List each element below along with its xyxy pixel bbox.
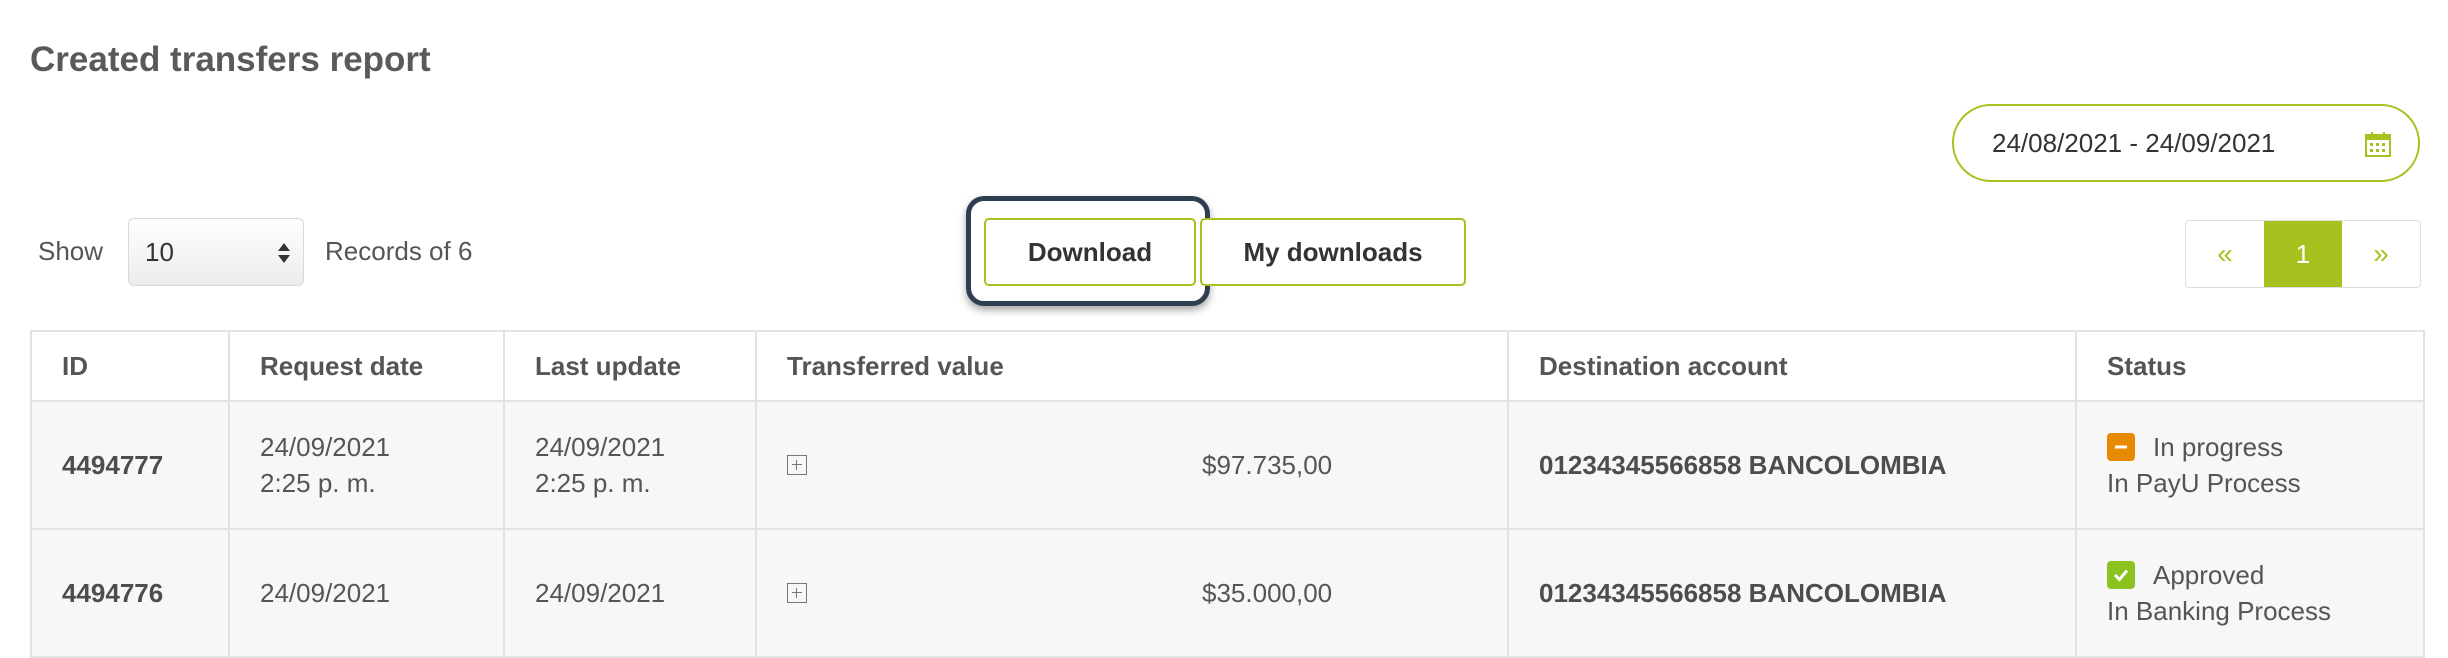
request-date: 24/09/2021 [260,432,391,462]
date-range-picker[interactable]: 24/08/2021 - 24/09/2021 [1952,104,2420,182]
table-header-row: ID Request date Last update Transferred … [30,330,2425,402]
status-detail: In Banking Process [2107,596,2332,626]
column-header-last-update[interactable]: Last update [503,330,757,402]
status-label: Approved [2153,560,2265,590]
pagination-page-1[interactable]: 1 [2264,221,2342,287]
last-update-date: 24/09/2021 [535,432,666,462]
last-update-date: 24/09/2021 [535,578,666,608]
request-time: 2:25 p. m. [260,468,376,498]
page-size-value: 10 [145,236,174,267]
column-header-transferred-value[interactable]: Transferred value [755,330,1509,402]
table-row: 4494776 24/09/2021 24/09/2021 $35.000,00… [30,528,2425,658]
destination-account: 01234345566858 BANCOLOMBIA [1539,577,1947,608]
pagination: « 1 » [2185,220,2421,288]
minus-icon [2107,433,2135,461]
transfers-table: ID Request date Last update Transferred … [30,330,2425,658]
transferred-value: $35.000,00 [1202,577,1333,608]
check-icon [2107,561,2135,589]
transfer-id: 4494776 [62,577,164,608]
status-detail: In PayU Process [2107,468,2301,498]
date-range-value: 24/08/2021 - 24/09/2021 [1992,127,2276,158]
transfer-id: 4494777 [62,449,164,480]
request-date: 24/09/2021 [260,578,391,608]
show-label: Show [38,236,104,266]
expand-icon[interactable] [787,455,807,475]
page-size-select[interactable]: 10 [128,218,304,286]
column-header-status[interactable]: Status [2075,330,2425,402]
transferred-value: $97.735,00 [1202,449,1333,480]
select-arrows-icon [278,243,290,263]
table-row: 4494777 24/09/2021 2:25 p. m. 24/09/2021… [30,400,2425,530]
column-header-destination-account[interactable]: Destination account [1507,330,2077,402]
records-count: Records of 6 [325,236,473,266]
destination-account: 01234345566858 BANCOLOMBIA [1539,449,1947,480]
column-header-request-date[interactable]: Request date [228,330,505,402]
status-label: In progress [2153,432,2284,462]
my-downloads-button[interactable]: My downloads [1200,218,1466,286]
pagination-prev[interactable]: « [2186,221,2264,287]
calendar-icon[interactable] [2364,130,2392,158]
last-update-time: 2:25 p. m. [535,468,651,498]
page-title: Created transfers report [30,40,431,79]
pagination-next[interactable]: » [2342,221,2420,287]
download-button[interactable]: Download [984,218,1196,286]
column-header-id[interactable]: ID [30,330,230,402]
expand-icon[interactable] [787,583,807,603]
